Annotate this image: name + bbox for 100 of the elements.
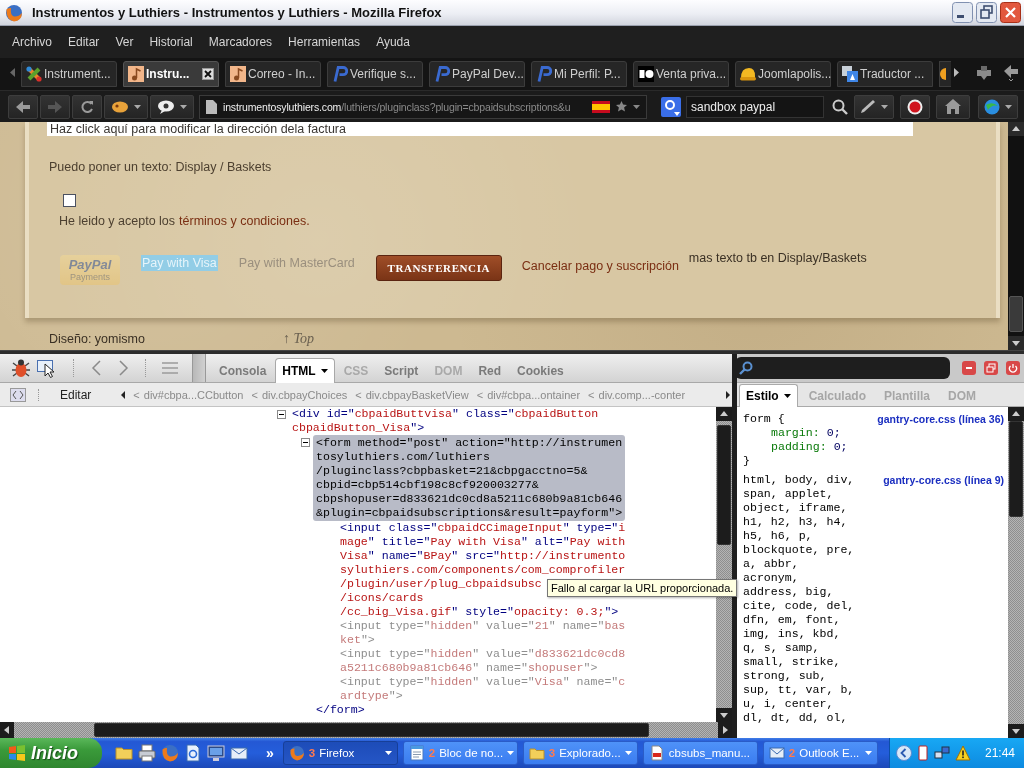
html-code-line[interactable]: tosyluthiers.com/luthiers: [316, 450, 490, 464]
expand-code-icon[interactable]: [10, 387, 26, 402]
firebug-search-field[interactable]: [735, 357, 950, 379]
browser-tab[interactable]: Correo - In...: [225, 61, 321, 87]
power-icon[interactable]: [1006, 361, 1020, 375]
css-property[interactable]: margin: 0;: [743, 426, 1008, 440]
toolbar-grip[interactable]: [192, 354, 206, 382]
record-button[interactable]: [900, 94, 930, 119]
terms-checkbox[interactable]: [63, 194, 76, 207]
browser-tab[interactable]: Instru...: [123, 61, 219, 87]
search-icon[interactable]: [832, 98, 848, 115]
browser-tab[interactable]: Verifique s...: [327, 61, 423, 87]
menu-item[interactable]: Historial: [149, 35, 193, 49]
browser-tab[interactable]: Joomlapolis...: [735, 61, 831, 87]
html-code-line[interactable]: /plugin/user/plug_cbpaidsubsc: [340, 577, 542, 591]
chat-menu-button[interactable]: [150, 94, 194, 119]
menu-item[interactable]: Ayuda: [376, 35, 410, 49]
folder-icon[interactable]: [115, 744, 133, 762]
forward-chevron-icon[interactable]: [118, 359, 130, 377]
taskbar-button[interactable]: 3 Explorado...: [522, 741, 638, 765]
caret-icon[interactable]: [1005, 104, 1012, 109]
html-code-line[interactable]: ket">: [340, 633, 375, 647]
home-button[interactable]: [936, 94, 970, 119]
scrollbar-thumb[interactable]: [1009, 421, 1023, 517]
taskbar-button[interactable]: 3 Firefox: [282, 741, 398, 765]
html-code-line[interactable]: <div id="cbpaidButtvisa" class="cbpaidButton: [292, 407, 599, 421]
html-code-line[interactable]: <input class="cbpaidCCimageInput" type="i: [340, 521, 626, 535]
html-code-line[interactable]: /cc_big_Visa.gif" style="opacity: 0.3;">: [340, 605, 619, 619]
url-field[interactable]: instrumentosyluthiers.com/luthiers/pluginclass?plugin=cbpaidsubscriptions&u: [199, 94, 647, 119]
reload-button[interactable]: [72, 94, 102, 119]
warning-icon[interactable]: [954, 745, 971, 761]
download-icon[interactable]: [975, 64, 993, 81]
restore-icon[interactable]: [976, 2, 997, 23]
caret-icon[interactable]: [320, 369, 328, 373]
scroll-down-icon[interactable]: [1008, 724, 1024, 738]
source-link[interactable]: gantry-core.css (línea 9): [883, 473, 1004, 487]
scroll-up-icon[interactable]: [1008, 122, 1024, 136]
menu-item[interactable]: Editar: [68, 35, 100, 49]
address-notice-link[interactable]: Haz click aquí para modificar la dirección dela factura: [47, 122, 913, 136]
html-code-line[interactable]: mage" title="Pay with Visa" alt="Pay with: [340, 535, 626, 549]
globe-menu-button[interactable]: [978, 94, 1018, 119]
scroll-left-icon[interactable]: [0, 722, 14, 738]
scroll-right-icon[interactable]: [726, 390, 730, 399]
printer-icon[interactable]: [138, 744, 156, 762]
html-code-line[interactable]: cbpid=cbp514cbf198c8cf920003277&: [316, 478, 539, 492]
source-link[interactable]: gantry-core.css (línea 36): [877, 412, 1004, 426]
browser-tab[interactable]: Mi Perfil: P...: [531, 61, 627, 87]
html-code-line[interactable]: a5211c680b9a81cb646" name="shopuser">: [340, 661, 598, 675]
side-panel-tab[interactable]: Estilo: [739, 384, 798, 407]
transfer-button[interactable]: TRANSFERENCIA: [375, 255, 502, 281]
search-field[interactable]: sandbox paypal: [686, 95, 824, 118]
vertical-scrollbar[interactable]: [1008, 122, 1024, 350]
browser-tab[interactable]: Traductor ...: [837, 61, 933, 87]
scroll-left-icon[interactable]: [121, 390, 126, 399]
browser-tab[interactable]: Venta priva...: [633, 61, 729, 87]
partial-tab[interactable]: [939, 61, 951, 87]
menu-item[interactable]: Ver: [115, 35, 134, 49]
scrollbar-thumb[interactable]: [94, 723, 649, 737]
menu-item[interactable]: Marcadores: [208, 35, 273, 49]
star-icon[interactable]: [616, 101, 627, 112]
scroll-right-icon[interactable]: [954, 68, 959, 77]
back-chevron-icon[interactable]: [90, 359, 102, 377]
html-code-line[interactable]: Visa" name="BPay" src="http://instrumento: [340, 549, 626, 563]
collapse-icon[interactable]: [301, 438, 310, 447]
caret-icon[interactable]: [384, 751, 392, 755]
close-tab-icon[interactable]: [202, 68, 214, 80]
minimize-icon[interactable]: [962, 361, 976, 375]
terms-link[interactable]: términos y condiciones.: [179, 214, 310, 228]
html-code-line[interactable]: <input type="hidden" value="21" name="bas: [340, 619, 626, 633]
scrollbar-thumb[interactable]: [717, 425, 731, 545]
html-code-line[interactable]: syluthiers.com/components/com_comprofiler: [340, 563, 626, 577]
minimize-icon[interactable]: [952, 2, 973, 23]
scroll-down-icon[interactable]: [1008, 336, 1024, 350]
scroll-up-icon[interactable]: [1008, 407, 1024, 421]
panel-tab[interactable]: HTML: [275, 358, 335, 383]
cancel-link[interactable]: Cancelar pago y suscripción: [521, 259, 679, 273]
pen-menu-button[interactable]: [854, 94, 894, 119]
mail-icon[interactable]: [230, 744, 248, 762]
scroll-up-icon[interactable]: [716, 407, 732, 421]
caret-icon[interactable]: [881, 104, 888, 109]
html-code-line[interactable]: cbpshopuser=d833621dc0cd8a5211c680b9a81cb646: [316, 492, 623, 506]
scrollbar-thumb[interactable]: [1009, 296, 1023, 332]
edit-button[interactable]: Editar: [60, 387, 92, 402]
html-code-line[interactable]: /icons/cards: [340, 591, 424, 605]
chevron-left-icon[interactable]: [895, 745, 912, 761]
start-button[interactable]: Inicio: [0, 738, 102, 768]
browser-tab[interactable]: PayPal Dev...: [429, 61, 525, 87]
close-icon[interactable]: [1000, 2, 1021, 23]
device-icon[interactable]: [916, 745, 929, 761]
html-code-line[interactable]: </form>: [316, 703, 365, 717]
back-to-top-link[interactable]: ↑ Top: [283, 332, 314, 346]
vertical-scrollbar[interactable]: [1008, 407, 1024, 738]
page-icon[interactable]: [184, 744, 202, 762]
horizontal-scrollbar[interactable]: [0, 722, 732, 738]
network-icon[interactable]: [933, 745, 950, 761]
browser-tab[interactable]: Instrument...: [21, 61, 117, 87]
taskbar-button[interactable]: cbsubs_manu...: [642, 741, 758, 765]
monitor-icon[interactable]: [207, 744, 225, 762]
menu-item[interactable]: Herramientas: [288, 35, 361, 49]
detach-icon[interactable]: [984, 361, 998, 375]
